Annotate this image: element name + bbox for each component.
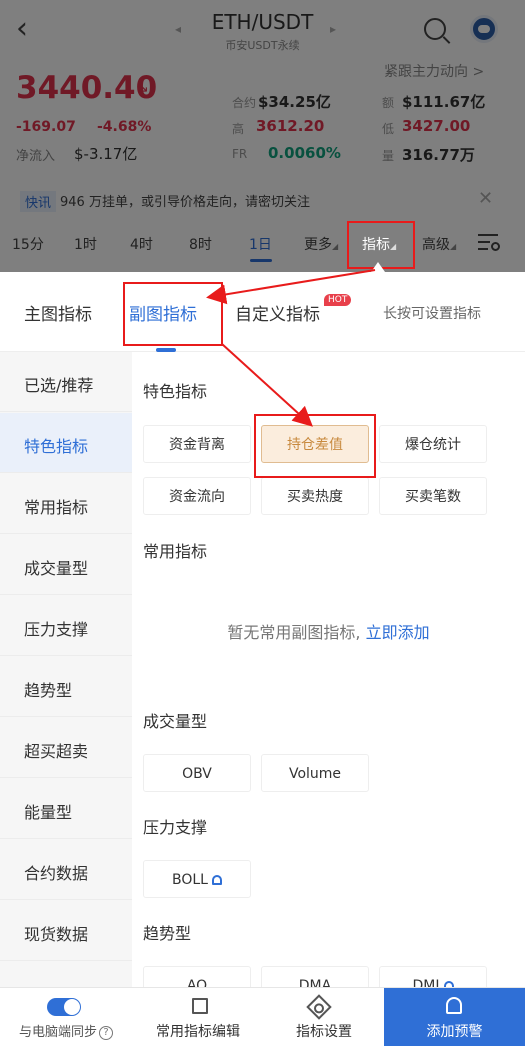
sync-toggle-item[interactable]: 与电脑端同步? bbox=[0, 988, 132, 1046]
sidebar-item-label: 合约数据 bbox=[24, 864, 89, 883]
popover-pointer bbox=[371, 262, 385, 272]
sidebar-item-label: 常用指标 bbox=[24, 498, 89, 517]
tab-custom-indicators[interactable]: 自定义指标 bbox=[235, 300, 320, 325]
indicator-chip[interactable]: OBV bbox=[143, 754, 251, 792]
sidebar-item-label: 现货数据 bbox=[24, 925, 89, 944]
section-title: 压力支撑 bbox=[143, 818, 208, 837]
empty-state: 暂无常用副图指标, 立即添加 bbox=[132, 619, 525, 643]
section-title: 常用指标 bbox=[143, 542, 208, 561]
add-alert-label: 添加预警 bbox=[426, 1024, 483, 1040]
gear-icon bbox=[306, 994, 332, 1020]
help-icon[interactable]: ? bbox=[99, 1025, 113, 1040]
sidebar-item-spot-data[interactable]: 现货数据 bbox=[0, 901, 132, 961]
bell-icon bbox=[211, 875, 222, 885]
annotation-box-sub-tab bbox=[123, 282, 223, 346]
sidebar-item-label: 成交量型 bbox=[24, 559, 89, 578]
edit-common-label: 常用指标编辑 bbox=[156, 1024, 240, 1040]
category-sidebar: 已选/推荐 特色指标 常用指标 成交量型 压力支撑 趋势型 超买超卖 能量型 合… bbox=[0, 352, 132, 987]
tab-main-indicators[interactable]: 主图指标 bbox=[24, 300, 92, 325]
indicator-chip[interactable]: AO bbox=[143, 966, 251, 987]
sync-label-row: 与电脑端同步? bbox=[0, 1021, 132, 1040]
hot-badge: HOT bbox=[324, 294, 352, 306]
sidebar-item-energy[interactable]: 能量型 bbox=[0, 779, 132, 839]
indicator-chip[interactable]: DMI bbox=[379, 966, 487, 987]
sidebar-item-label: 压力支撑 bbox=[24, 620, 89, 639]
panel-tabs: 主图指标 副图指标 自定义指标 HOT 长按可设置指标 bbox=[0, 272, 525, 352]
sidebar-item-featured[interactable]: 特色指标 bbox=[0, 413, 132, 473]
sidebar-item-volume[interactable]: 成交量型 bbox=[0, 535, 132, 595]
sync-toggle[interactable] bbox=[47, 998, 81, 1016]
section-title: 特色指标 bbox=[143, 382, 208, 401]
sidebar-item-support[interactable]: 压力支撑 bbox=[0, 596, 132, 656]
sidebar-item-contract-data[interactable]: 合约数据 bbox=[0, 840, 132, 900]
bottom-toolbar: 与电脑端同步? 常用指标编辑 指标设置 添加预警 bbox=[0, 987, 525, 1046]
add-alert-button[interactable]: 添加预警 bbox=[384, 988, 525, 1046]
sidebar-item-label: 趋势型 bbox=[24, 681, 73, 700]
indicator-settings-label: 指标设置 bbox=[296, 1024, 352, 1040]
indicator-chip[interactable]: 资金背离 bbox=[143, 425, 251, 463]
sidebar-item-trend[interactable]: 趋势型 bbox=[0, 657, 132, 717]
indicator-chip[interactable]: 资金流向 bbox=[143, 477, 251, 515]
indicator-chip[interactable]: DMA bbox=[261, 966, 369, 987]
sidebar-item-selected[interactable]: 已选/推荐 bbox=[0, 352, 132, 412]
market-header: ‹ ◂ ETH/USDT 币安USDT永续 ▸ 紧跟主力动向 > 3440.40… bbox=[0, 0, 525, 272]
sidebar-item-overbought[interactable]: 超买超卖 bbox=[0, 718, 132, 778]
bell-icon bbox=[446, 997, 462, 1014]
long-press-hint: 长按可设置指标 bbox=[383, 306, 481, 322]
indicator-chip[interactable]: 爆仓统计 bbox=[379, 425, 487, 463]
edit-common-button[interactable]: 常用指标编辑 bbox=[132, 988, 264, 1046]
indicator-chip[interactable]: BOLL bbox=[143, 860, 251, 898]
indicator-chip[interactable]: 买卖热度 bbox=[261, 477, 369, 515]
edit-icon bbox=[192, 998, 208, 1014]
indicator-settings-button[interactable]: 指标设置 bbox=[264, 988, 384, 1046]
indicator-panel: 主图指标 副图指标 自定义指标 HOT 长按可设置指标 已选/推荐 特色指标 常… bbox=[0, 272, 525, 1046]
annotation-box-chip bbox=[254, 414, 376, 478]
indicator-chip-label: DMI bbox=[412, 978, 440, 987]
sidebar-item-label: 特色指标 bbox=[24, 437, 89, 456]
section-title: 成交量型 bbox=[143, 712, 208, 731]
indicator-chip[interactable]: Volume bbox=[261, 754, 369, 792]
indicator-chip-label: BOLL bbox=[172, 872, 208, 888]
sidebar-item-label: 已选/推荐 bbox=[24, 376, 94, 395]
indicator-chip[interactable]: 买卖笔数 bbox=[379, 477, 487, 515]
add-now-link[interactable]: 立即添加 bbox=[366, 623, 430, 642]
sidebar-item-label: 超买超卖 bbox=[24, 742, 89, 761]
indicator-list[interactable]: 特色指标 资金背离 持仓差值 爆仓统计 资金流向 买卖热度 买卖笔数 常用指标 … bbox=[132, 352, 525, 987]
dim-overlay bbox=[0, 0, 525, 272]
empty-text: 暂无常用副图指标, bbox=[227, 623, 361, 642]
sidebar-item-common[interactable]: 常用指标 bbox=[0, 474, 132, 534]
section-title: 趋势型 bbox=[143, 924, 192, 943]
sync-label: 与电脑端同步 bbox=[18, 1025, 97, 1040]
sidebar-item-label: 能量型 bbox=[24, 803, 73, 822]
